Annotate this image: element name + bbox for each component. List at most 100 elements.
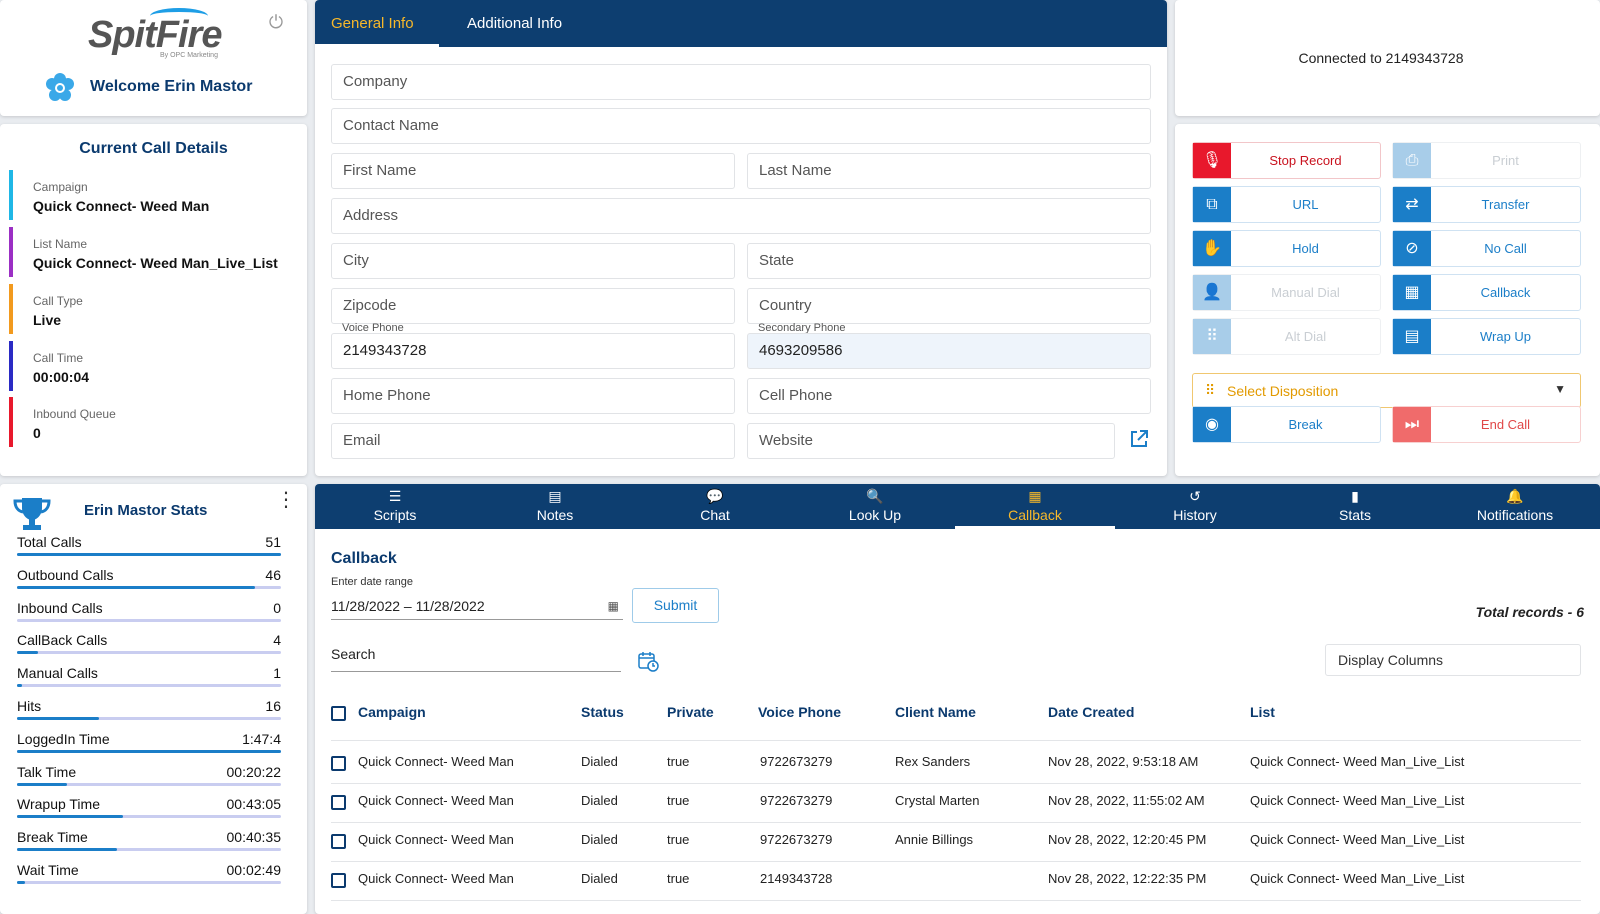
hold-button[interactable]: ✋ Hold — [1192, 230, 1381, 267]
disposition-select[interactable]: ⠿ Select Disposition ▼ — [1192, 373, 1581, 408]
contact-name-field[interactable]: Contact Name — [331, 108, 1151, 144]
submit-button[interactable]: Submit — [632, 588, 719, 623]
display-columns-select[interactable]: Display Columns — [1325, 644, 1581, 676]
chat-icon: 💬 — [706, 488, 724, 504]
row-checkbox[interactable] — [331, 795, 346, 810]
stat-row: Talk Time 00:20:22 — [17, 764, 281, 794]
first-name-field[interactable]: First Name — [331, 153, 735, 189]
end-call-button[interactable]: ⏭ End Call — [1392, 406, 1581, 443]
table-cell: true — [667, 793, 690, 808]
brand-card: SpitFire By OPC Marketing ⏻ Welcome Erin… — [0, 0, 307, 116]
bottom-nav: ☰ Scripts ▤ Notes 💬 Chat 🔍 Look Up ▦ Callback… — [315, 484, 1600, 529]
detail-call-type: Call Type Live — [9, 284, 307, 334]
stat-row: Manual Calls 1 — [17, 665, 281, 695]
print-button[interactable]: ⎙ Print — [1392, 142, 1581, 179]
column-header[interactable]: Voice Phone — [758, 704, 841, 720]
voice-phone-field[interactable]: 2149343728 — [331, 333, 735, 369]
connection-card: Connected to 2149343728 — [1175, 0, 1600, 116]
wrap-up-button[interactable]: ▤ Wrap Up — [1392, 318, 1581, 355]
no-call-button[interactable]: ⊘ No Call — [1392, 230, 1581, 267]
table-cell: Rex Sanders — [895, 754, 971, 769]
url-button[interactable]: ⧉ URL — [1192, 186, 1381, 223]
column-header[interactable]: Private — [667, 704, 714, 720]
stat-row: Total Calls 51 — [17, 534, 281, 564]
row-checkbox[interactable] — [331, 756, 346, 771]
email-field[interactable]: Email — [331, 423, 735, 459]
column-header[interactable]: Date Created — [1048, 704, 1134, 720]
select-all-checkbox[interactable] — [331, 706, 346, 721]
state-field[interactable]: State — [747, 243, 1151, 279]
table-cell: Quick Connect- Weed Man — [358, 832, 514, 847]
nav-notes[interactable]: ▤ Notes — [475, 484, 635, 529]
table-cell: Annie Billings — [895, 832, 974, 847]
nav-callback[interactable]: ▦ Callback — [955, 484, 1115, 529]
zipcode-field[interactable]: Zipcode — [331, 288, 735, 324]
search-input[interactable]: Search — [331, 642, 621, 672]
callback-button[interactable]: ▦ Callback — [1392, 274, 1581, 311]
calendar-icon: ▦ — [1393, 275, 1431, 310]
company-field[interactable]: Company — [331, 64, 1151, 100]
bar-chart-icon: ▮ — [1351, 488, 1359, 504]
nav-chat[interactable]: 💬 Chat — [635, 484, 795, 529]
calendar-icon: ▦ — [1028, 488, 1042, 504]
column-header[interactable]: Status — [581, 704, 624, 720]
stat-progress — [17, 815, 281, 819]
stat-progress — [17, 684, 281, 688]
secondary-phone-field[interactable]: 4693209586 — [747, 333, 1151, 369]
dots-grid-icon: ⠿ — [1205, 382, 1216, 398]
document-icon: ▤ — [1393, 319, 1431, 354]
stat-value: 00:40:35 — [226, 829, 282, 846]
stat-label: Total Calls — [17, 534, 82, 550]
nav-notifications[interactable]: 🔔 Notifications — [1435, 484, 1595, 529]
nav-scripts[interactable]: ☰ Scripts — [315, 484, 475, 529]
stop-record-button[interactable]: 🎙 Stop Record — [1192, 142, 1381, 179]
tab-general-info[interactable]: General Info — [331, 15, 414, 32]
open-external-icon[interactable] — [1128, 428, 1150, 450]
power-icon[interactable]: ⏻ — [266, 12, 286, 32]
row-checkbox[interactable] — [331, 834, 346, 849]
stat-progress — [17, 618, 281, 622]
alt-dial-button[interactable]: ⠿ Alt Dial — [1192, 318, 1381, 355]
logo-subtitle: By OPC Marketing — [160, 52, 218, 59]
detail-inbound-queue: Inbound Queue 0 — [9, 397, 307, 447]
document-icon: ▤ — [548, 488, 562, 504]
table-cell: Quick Connect- Weed Man_Live_List — [1250, 754, 1465, 769]
column-header[interactable]: Campaign — [358, 704, 426, 720]
call-details-card: Current Call Details Campaign Quick Conn… — [0, 124, 307, 476]
table-cell: 9722673279 — [760, 832, 833, 847]
row-checkbox[interactable] — [331, 873, 346, 888]
nav-stats[interactable]: ▮ Stats — [1275, 484, 1435, 529]
stat-value: 00:20:22 — [226, 763, 282, 780]
main-panel: ☰ Scripts ▤ Notes 💬 Chat 🔍 Look Up ▦ Callback… — [315, 484, 1600, 914]
stat-progress — [17, 749, 281, 753]
detail-label: List Name — [33, 237, 88, 251]
address-field[interactable]: Address — [331, 198, 1151, 234]
welcome-text: Welcome Erin Mastor — [90, 78, 253, 95]
table-cell: true — [667, 871, 690, 886]
stat-value: 00:43:05 — [226, 796, 282, 813]
home-phone-field[interactable]: Home Phone — [331, 378, 735, 414]
last-name-field[interactable]: Last Name — [747, 153, 1151, 189]
date-range-input[interactable]: 11/28/2022 – 11/28/2022 ▦ — [331, 592, 623, 620]
column-header[interactable]: Client Name — [895, 704, 976, 720]
external-link-icon: ⧉ — [1193, 187, 1231, 222]
cell-phone-field[interactable]: Cell Phone — [747, 378, 1151, 414]
more-options-icon[interactable]: ⋮ — [276, 490, 296, 510]
break-button[interactable]: ◉ Break — [1192, 406, 1381, 443]
nav-history[interactable]: ↺ History — [1115, 484, 1275, 529]
manual-dial-button[interactable]: 👤 Manual Dial — [1192, 274, 1381, 311]
transfer-button[interactable]: ⇄ Transfer — [1392, 186, 1581, 223]
city-field[interactable]: City — [331, 243, 735, 279]
column-header[interactable]: List — [1250, 704, 1275, 720]
website-field[interactable]: Website — [747, 423, 1115, 459]
calendar-clock-icon[interactable] — [637, 650, 659, 672]
table-cell: Dialed — [581, 793, 618, 808]
country-field[interactable]: Country — [747, 288, 1151, 324]
skip-end-icon: ⏭ — [1393, 407, 1431, 442]
tab-additional-info[interactable]: Additional Info — [467, 15, 562, 32]
stat-label: Wait Time — [17, 862, 79, 878]
calendar-icon[interactable]: ▦ — [608, 592, 619, 620]
date-range-label: Enter date range — [331, 576, 413, 588]
nav-look-up[interactable]: 🔍 Look Up — [795, 484, 955, 529]
table-cell: Quick Connect- Weed Man_Live_List — [1250, 832, 1465, 847]
